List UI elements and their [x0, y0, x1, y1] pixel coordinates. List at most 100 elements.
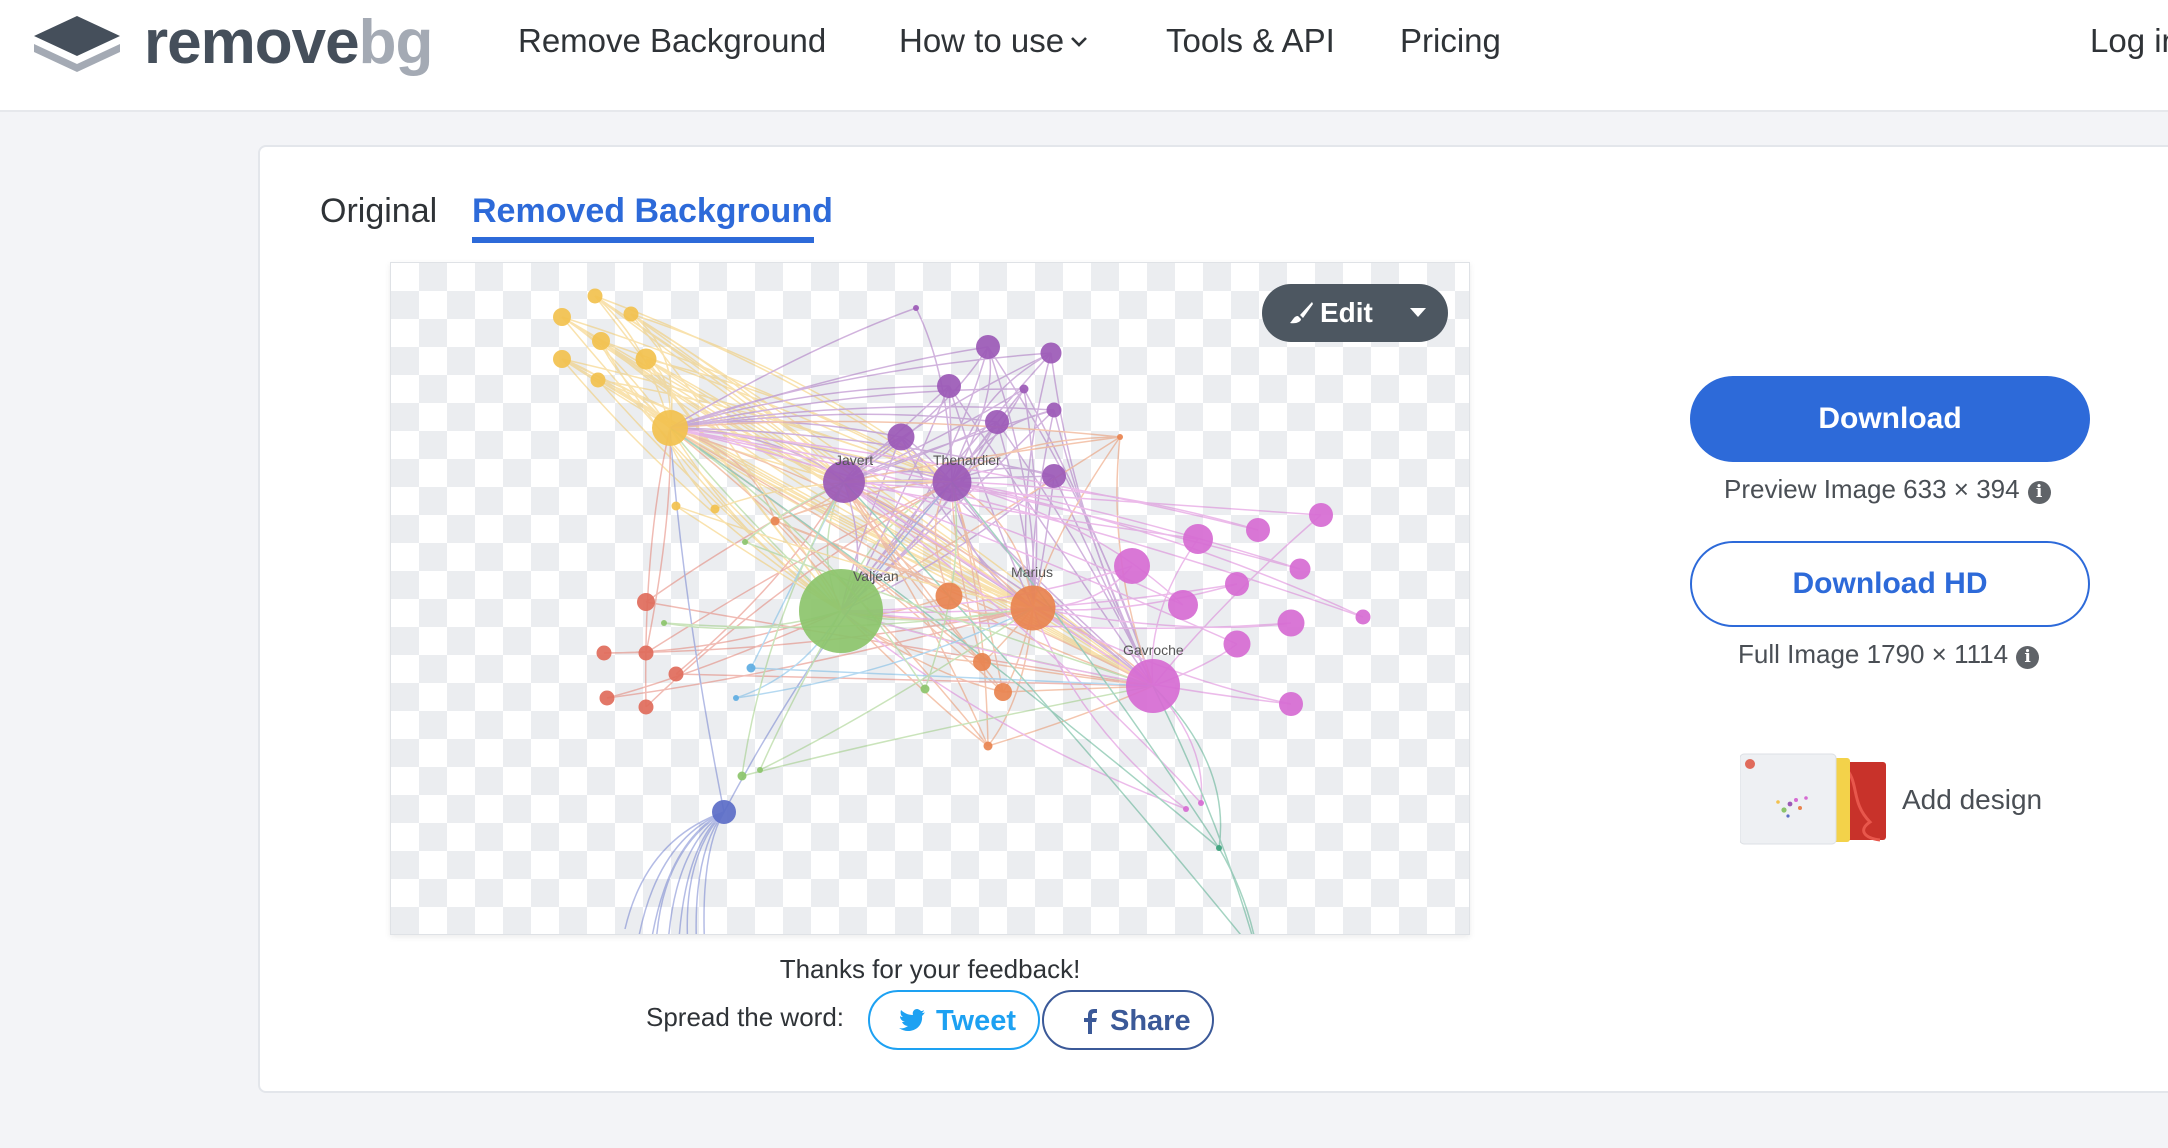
graph-node [710, 504, 720, 514]
graph-node [733, 695, 739, 701]
graph-node [635, 348, 657, 370]
edit-label: Edit [1320, 297, 1373, 328]
graph-node [1183, 806, 1189, 812]
full-image-size: Full Image 1790 × 1114 [1738, 639, 2009, 669]
graph-node [590, 372, 606, 388]
add-design-thumbnail[interactable] [1740, 752, 1886, 846]
result-image-preview: Javert Thenardier Valjean Marius Gavroch… [390, 262, 1470, 935]
removebg-logo[interactable]: removebg [30, 8, 433, 78]
graph-node [935, 582, 963, 610]
download-hd-button[interactable]: Download HD [1690, 541, 2090, 627]
download-button[interactable]: Download [1690, 376, 2090, 462]
info-icon[interactable]: i [2027, 481, 2051, 504]
graph-edge [600, 340, 842, 612]
graph-edge [840, 610, 1187, 810]
tweet-button[interactable]: Tweet [868, 990, 1040, 1050]
graph-label-marius: Marius [1011, 564, 1053, 580]
graph-node [638, 699, 654, 715]
active-tab-indicator [472, 237, 814, 243]
graph-label-thenardier: Thenardier [933, 452, 1001, 468]
logo-layers-icon [34, 16, 120, 72]
graph-node [737, 771, 747, 781]
full-image-info: Full Image 1790 × 1114 i [1738, 637, 2040, 671]
chevron-down-icon [1071, 37, 1088, 47]
graph-node [1289, 558, 1311, 580]
graph-node [712, 800, 736, 824]
graph-node [994, 683, 1012, 701]
graph-edge [703, 811, 725, 934]
graph-node [973, 653, 991, 671]
graph-node [983, 741, 993, 751]
graph-node [553, 308, 571, 326]
top-nav-bar: removebg Remove Background How to use To… [0, 0, 2168, 112]
graph-node [592, 332, 610, 350]
graph-node [757, 767, 763, 773]
graph-edge [645, 358, 1154, 687]
graph-node [587, 288, 603, 304]
facebook-share-button[interactable]: Share [1042, 990, 1214, 1050]
graph-node [1246, 518, 1270, 542]
logo-wordmark: removebg [144, 8, 433, 77]
graph-node [1198, 800, 1204, 806]
twitter-bird-icon [899, 1009, 925, 1031]
preview-image-info: Preview Image 633 × 394 i [1724, 472, 2051, 506]
nav-pricing[interactable]: Pricing [1400, 18, 1501, 64]
graph-node [596, 645, 612, 661]
facebook-icon [1084, 1009, 1097, 1034]
graph-node [668, 666, 684, 682]
brush-icon [1290, 302, 1313, 324]
graph-node [746, 663, 756, 673]
graph-node [671, 501, 681, 511]
nav-login[interactable]: Log in [2090, 18, 2168, 64]
graph-edge [1152, 685, 1255, 934]
graph-edge [741, 685, 1154, 777]
graph-node [623, 306, 639, 322]
graph-node [1042, 464, 1066, 488]
tab-removed-background[interactable]: Removed Background [472, 188, 833, 234]
graph-node [1225, 572, 1249, 596]
graph-node [985, 410, 1009, 434]
graph-node [1355, 609, 1371, 625]
graph-node [599, 690, 615, 706]
edit-dropdown-caret-icon[interactable] [1410, 308, 1426, 317]
edit-button[interactable]: Edit [1262, 284, 1448, 342]
graph-node [1309, 503, 1333, 527]
graph-node [887, 423, 915, 451]
graph-edge [669, 427, 725, 813]
graph-node [920, 684, 930, 694]
graph-node [937, 374, 961, 398]
graph-node [932, 462, 972, 502]
nav-how-to-use-label: How to use [899, 22, 1065, 59]
graph-label-javert: Javert [835, 452, 873, 468]
graph-node [652, 410, 688, 446]
feedback-thanks: Thanks for your feedback! [779, 954, 1081, 984]
graph-node [1279, 692, 1303, 716]
graph-node [1126, 659, 1180, 713]
graph-node [1019, 384, 1029, 394]
graph-node [1117, 434, 1123, 440]
info-icon[interactable]: i [2016, 646, 2040, 669]
add-design-label[interactable]: Add design [1902, 782, 2042, 818]
spread-the-word-label: Spread the word: [646, 1002, 845, 1032]
graph-label-gavroche: Gavroche [1123, 642, 1184, 658]
graph-label-valjean: Valjean [853, 568, 899, 584]
graph-node [742, 539, 748, 545]
graph-node [913, 305, 919, 311]
tab-original[interactable]: Original [320, 188, 437, 234]
graph-node [1010, 585, 1056, 631]
network-graph-image: Javert Thenardier Valjean Marius Gavroch… [553, 288, 1371, 934]
nav-remove-background[interactable]: Remove Background [518, 18, 826, 64]
graph-node [638, 645, 654, 661]
graph-node [1040, 342, 1062, 364]
graph-node [1223, 630, 1251, 658]
share-label: Share [1110, 1005, 1191, 1037]
graph-node [637, 593, 655, 611]
graph-node [661, 620, 667, 626]
nav-tools-api[interactable]: Tools & API [1166, 18, 1335, 64]
graph-node [1114, 548, 1150, 584]
graph-node [770, 516, 780, 526]
nav-how-to-use[interactable]: How to use [899, 18, 1088, 64]
graph-node [553, 350, 571, 368]
preview-image-size: Preview Image 633 × 394 [1724, 474, 2020, 504]
graph-node [976, 335, 1000, 359]
